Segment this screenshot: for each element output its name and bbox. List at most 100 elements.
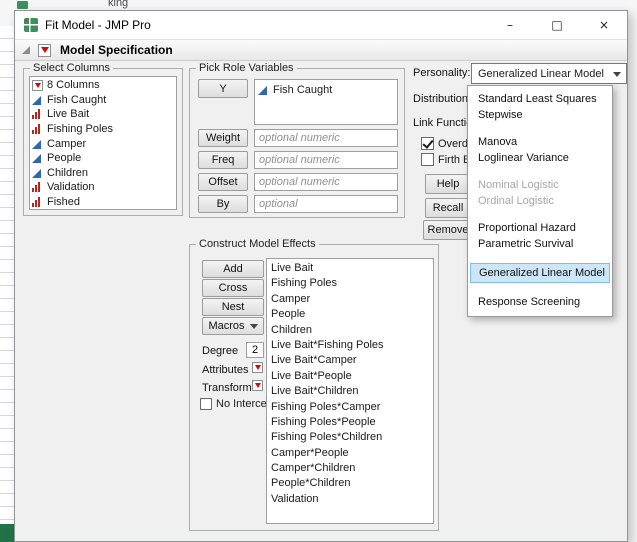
by-role-button[interactable]: By [198, 195, 248, 213]
column-item[interactable]: Fished [32, 195, 176, 210]
nominal-icon [32, 109, 43, 119]
column-item[interactable]: Validation [32, 180, 176, 195]
effect-item[interactable]: Fishing Poles*Camper [271, 400, 433, 415]
column-item[interactable]: Camper [32, 136, 176, 151]
transform-label: Transform [202, 382, 252, 394]
no-intercept-checkbox[interactable]: No Intercept [200, 398, 276, 410]
column-name: People [47, 152, 81, 164]
offset-input[interactable] [254, 173, 398, 191]
macros-button[interactable]: Macros [202, 317, 264, 335]
nest-button[interactable]: Nest [202, 298, 264, 316]
transform-red-triangle-button[interactable] [252, 380, 263, 391]
menu-item[interactable]: Stepwise [468, 107, 612, 123]
close-button[interactable]: × [581, 11, 627, 38]
effect-item[interactable]: Validation [271, 492, 433, 507]
select-columns-items: Fish Caught Live Bait Fishing PolesCamperP… [32, 93, 176, 210]
cross-button[interactable]: Cross [202, 279, 264, 297]
menu-item[interactable]: Loglinear Variance [468, 150, 612, 166]
menu-item: Ordinal Logistic [468, 193, 612, 209]
effect-item[interactable]: Fishing Poles*People [271, 415, 433, 430]
column-item[interactable]: Children [32, 166, 176, 181]
column-item[interactable]: Fish Caught [32, 93, 176, 108]
window-title: Fit Model - JMP Pro [45, 18, 151, 32]
menu-group: ManovaLoglinear Variance [468, 134, 612, 166]
y-variable-item[interactable]: Fish Caught [258, 83, 394, 96]
personality-menu: Standard Least SquaresStepwise ManovaLogl… [467, 85, 613, 317]
menu-item[interactable]: Standard Least Squares [468, 91, 612, 107]
offset-role-button[interactable]: Offset [198, 173, 248, 191]
column-name: Live Bait [47, 108, 89, 120]
effect-item[interactable]: Live Bait*Fishing Poles [271, 338, 433, 353]
column-name: Fish Caught [47, 94, 106, 106]
menu-item[interactable]: Manova [468, 134, 612, 150]
column-item[interactable]: Live Bait [32, 107, 176, 122]
column-item[interactable]: People [32, 151, 176, 166]
continuous-icon [32, 153, 43, 163]
chevron-down-icon [613, 72, 621, 77]
select-columns-legend: Select Columns [30, 62, 113, 74]
model-spec-title: Model Specification [60, 43, 173, 57]
effect-item[interactable]: Children [271, 323, 433, 338]
y-role-button[interactable]: Y [198, 79, 248, 98]
menu-item[interactable]: Parametric Survival [468, 236, 612, 252]
nominal-icon [32, 124, 43, 134]
distribution-label: Distribution: [413, 93, 471, 105]
menu-group: Nominal LogisticOrdinal Logistic [468, 177, 612, 209]
effect-item[interactable]: Camper [271, 292, 433, 307]
effect-item[interactable]: People [271, 307, 433, 322]
menu-group: Generalized Linear Model [468, 263, 612, 283]
weight-role-button[interactable]: Weight [198, 129, 248, 147]
menu-group: Proportional HazardParametric Survival [468, 220, 612, 252]
select-columns-list[interactable]: 8 Columns Fish Caught Live Bait Fishing Po… [29, 76, 177, 210]
menu-item[interactable]: Generalized Linear Model [470, 263, 610, 283]
degree-label: Degree [202, 345, 238, 357]
pick-role-variables-panel: Pick Role Variables Y Fish Caught Weight… [189, 68, 405, 218]
disclosure-triangle-icon[interactable] [22, 46, 30, 54]
menu-item[interactable]: Response Screening [468, 294, 612, 310]
model-spec-red-triangle-button[interactable] [38, 44, 51, 57]
effect-item[interactable]: Live Bait*Children [271, 384, 433, 399]
by-input[interactable] [254, 195, 398, 213]
effect-item[interactable]: Fishing Poles [271, 276, 433, 291]
personality-dropdown[interactable]: Generalized Linear Model [471, 63, 627, 84]
personality-label: Personality: [413, 67, 470, 79]
effect-item[interactable]: Live Bait*Camper [271, 353, 433, 368]
weight-input[interactable] [254, 129, 398, 147]
effect-item[interactable]: Live Bait [271, 261, 433, 276]
attributes-red-triangle-button[interactable] [252, 362, 263, 373]
effect-item[interactable]: Camper*Children [271, 461, 433, 476]
red-triangle-icon [41, 47, 49, 53]
personality-selected-value: Generalized Linear Model [478, 68, 604, 80]
title-bar: Fit Model - JMP Pro – □ × [15, 11, 627, 39]
y-variables-box[interactable]: Fish Caught [254, 79, 398, 125]
column-item[interactable]: Fishing Poles [32, 122, 176, 137]
freq-role-button[interactable]: Freq [198, 151, 248, 169]
effects-list[interactable]: Live BaitFishing PolesCamperPeopleChildr… [266, 258, 434, 524]
maximize-button[interactable]: □ [534, 11, 580, 38]
y-variable-name: Fish Caught [273, 84, 332, 96]
menu-item: Nominal Logistic [468, 177, 612, 193]
red-triangle-icon [255, 383, 261, 388]
add-button[interactable]: Add [202, 260, 264, 278]
menu-item[interactable]: Proportional Hazard [468, 220, 612, 236]
menu-group: Response Screening [468, 294, 612, 310]
continuous-triangle [258, 86, 267, 95]
background-table-icon [17, 1, 28, 9]
columns-count-label: 8 Columns [47, 79, 100, 91]
effect-item[interactable]: Camper*People [271, 446, 433, 461]
effect-item[interactable]: Fishing Poles*Children [271, 430, 433, 445]
help-button[interactable]: Help [425, 174, 471, 194]
remove-button[interactable]: Remove [423, 220, 473, 240]
effect-item[interactable]: Live Bait*People [271, 369, 433, 384]
model-effects-legend: Construct Model Effects [196, 238, 319, 250]
degree-input[interactable] [246, 342, 264, 358]
columns-red-triangle-button[interactable] [32, 80, 43, 91]
freq-input[interactable] [254, 151, 398, 169]
effect-item[interactable]: People*Children [271, 476, 433, 491]
minimize-button[interactable]: – [487, 11, 533, 38]
recall-button[interactable]: Recall [425, 198, 471, 218]
column-name: Fishing Poles [47, 123, 113, 135]
checkbox-icon [200, 398, 212, 410]
columns-header-row: 8 Columns [32, 78, 176, 93]
column-name: Validation [47, 181, 95, 193]
